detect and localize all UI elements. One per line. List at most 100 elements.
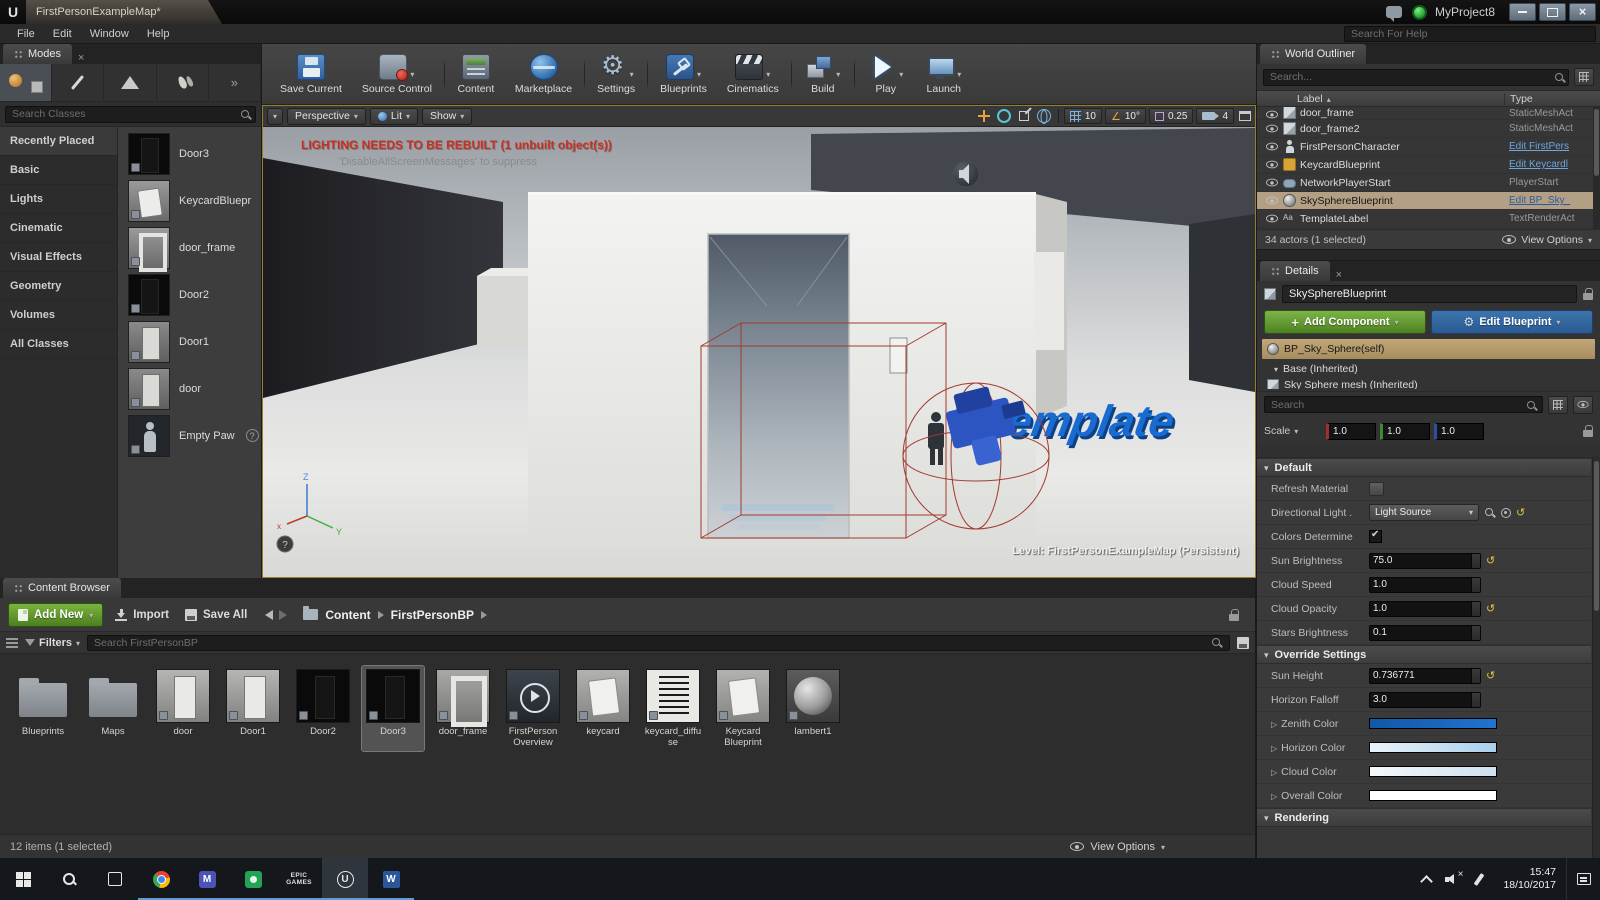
scale-x-field[interactable]: 1.0 xyxy=(1326,422,1376,440)
outliner-row[interactable]: KeycardBlueprint Edit Keycardl xyxy=(1257,156,1600,174)
mode-category[interactable]: Cinematic xyxy=(0,214,117,243)
outliner-row[interactable]: door_frame StaticMeshAct xyxy=(1257,107,1600,120)
property-checkbox[interactable] xyxy=(1369,529,1382,543)
add-component-button[interactable]: Add Component xyxy=(1264,310,1426,334)
menu-item[interactable]: Help xyxy=(138,24,179,44)
visibility-eye-icon[interactable] xyxy=(1261,178,1283,187)
world-space-icon[interactable] xyxy=(1036,108,1053,124)
property-number-field[interactable]: 1.0 xyxy=(1369,576,1481,593)
mode-paint-button[interactable] xyxy=(52,64,105,101)
camera-mode-button[interactable]: Perspective xyxy=(287,107,366,125)
component-row[interactable]: Base (Inherited) xyxy=(1262,359,1595,379)
chevron-down-icon[interactable] xyxy=(697,68,701,80)
taskbar-app-button[interactable] xyxy=(322,858,368,900)
forward-button[interactable] xyxy=(279,609,288,620)
panel-splitter[interactable] xyxy=(1257,249,1600,261)
placeable-item[interactable]: Empty Paw xyxy=(118,412,261,459)
placeable-item[interactable]: Door3 xyxy=(118,130,261,177)
rotate-tool-icon[interactable] xyxy=(996,108,1013,124)
outliner-options-button[interactable] xyxy=(1574,68,1594,86)
grid-snap-button[interactable]: 10 xyxy=(1063,108,1102,124)
taskbar-app-button[interactable] xyxy=(92,858,138,900)
viewport-help-icon[interactable]: ? xyxy=(276,535,294,553)
toolbar-button[interactable]: Cinematics xyxy=(717,50,792,98)
visibility-eye-icon[interactable] xyxy=(1261,110,1283,119)
asset-item[interactable]: Maps xyxy=(82,666,144,751)
toolbar-button[interactable]: Marketplace xyxy=(505,50,586,98)
property-number-field[interactable]: 3.0 xyxy=(1369,691,1481,708)
tray-chevron-icon[interactable] xyxy=(1421,874,1431,884)
level-tab[interactable]: FirstPersonExampleMap* xyxy=(26,0,222,24)
audio-emitter-sprite[interactable] xyxy=(952,160,980,188)
section-header-default[interactable]: Default xyxy=(1257,458,1591,477)
use-selected-icon[interactable] xyxy=(1501,507,1511,518)
maximize-button[interactable] xyxy=(1539,3,1566,21)
camera-speed-button[interactable]: 4 xyxy=(1196,108,1234,124)
minimize-button[interactable] xyxy=(1509,3,1536,21)
help-search-input[interactable] xyxy=(1344,25,1596,42)
reset-to-default-icon[interactable] xyxy=(1516,506,1525,519)
component-row[interactable]: Sky Sphere mesh (Inherited) xyxy=(1262,379,1595,389)
search-classes-input[interactable] xyxy=(5,105,256,123)
placeable-item[interactable]: KeycardBluepr xyxy=(118,177,261,224)
toolbar-button[interactable]: Launch xyxy=(915,50,973,98)
filters-button[interactable]: Filters xyxy=(25,637,80,649)
outliner-row[interactable]: TemplateLabel TextRenderAct xyxy=(1257,210,1600,228)
expander-icon[interactable] xyxy=(1274,363,1278,375)
section-header-override[interactable]: Override Settings xyxy=(1257,645,1591,664)
scale-label[interactable]: Scale xyxy=(1264,425,1322,437)
placeable-item[interactable]: Door1 xyxy=(118,318,261,365)
asset-item[interactable]: door_frame xyxy=(432,666,494,751)
chevron-down-icon[interactable] xyxy=(410,68,414,80)
chevron-down-icon[interactable] xyxy=(630,68,634,80)
tab-details[interactable]: Details xyxy=(1260,261,1330,281)
property-matrix-button[interactable] xyxy=(1548,395,1568,414)
color-swatch[interactable] xyxy=(1369,742,1497,753)
actor-type[interactable]: StaticMeshAct xyxy=(1504,108,1600,119)
toolbar-button[interactable]: Save Current xyxy=(270,50,352,98)
move-tool-icon[interactable] xyxy=(976,108,993,124)
outliner-row[interactable]: NetworkPlayerStart PlayerStart xyxy=(1257,174,1600,192)
save-search-icon[interactable] xyxy=(1237,636,1249,649)
back-button[interactable] xyxy=(265,609,274,620)
details-search-input[interactable] xyxy=(1264,396,1543,413)
outliner-scrollbar[interactable] xyxy=(1593,107,1600,229)
mode-category[interactable]: Visual Effects xyxy=(0,243,117,272)
mode-landscape-button[interactable] xyxy=(104,64,157,101)
asset-item[interactable]: door xyxy=(152,666,214,751)
viewport[interactable]: emplate emplate Z Y x ? ▾ Perspective ▾ … xyxy=(262,105,1256,578)
expander-icon[interactable] xyxy=(1271,742,1277,754)
rotation-snap-button[interactable]: 10° xyxy=(1104,108,1146,124)
show-flags-button[interactable]: Show xyxy=(422,107,473,125)
toolbar-button[interactable]: Blueprints xyxy=(650,50,717,98)
toolbar-button[interactable]: Settings xyxy=(587,50,649,98)
mode-category[interactable]: Lights xyxy=(0,185,117,214)
import-button[interactable]: Import xyxy=(111,608,173,621)
mode-category[interactable]: Basic xyxy=(0,156,117,185)
chevron-down-icon[interactable] xyxy=(957,68,961,80)
property-number-field[interactable]: 0.736771 xyxy=(1369,667,1481,684)
property-number-field[interactable]: 1.0 xyxy=(1369,600,1481,617)
visibility-eye-icon[interactable] xyxy=(1261,160,1283,169)
tab-world-outliner[interactable]: World Outliner xyxy=(1260,44,1367,64)
actor-type[interactable]: StaticMeshAct xyxy=(1504,123,1600,134)
taskbar-app-button[interactable] xyxy=(368,858,414,900)
taskbar-app-button[interactable] xyxy=(46,858,92,900)
browse-icon[interactable] xyxy=(1484,507,1496,519)
scale-z-field[interactable]: 1.0 xyxy=(1434,422,1484,440)
breadcrumb-item[interactable]: Content xyxy=(325,608,384,622)
toolbar-button[interactable]: Build xyxy=(794,50,855,98)
menu-item[interactable]: Window xyxy=(81,24,138,44)
view-options-button[interactable]: View Options xyxy=(1070,841,1165,853)
actor-type[interactable]: TextRenderAct xyxy=(1504,213,1600,224)
asset-item[interactable]: keycard xyxy=(572,666,634,751)
expander-icon[interactable] xyxy=(1271,718,1277,730)
mode-category[interactable]: Geometry xyxy=(0,272,117,301)
close-tab-icon[interactable] xyxy=(1336,269,1342,281)
view-options-button[interactable]: View Options xyxy=(1502,234,1592,246)
chevron-down-icon[interactable] xyxy=(899,68,903,80)
expander-icon[interactable] xyxy=(1271,766,1277,778)
asset-item[interactable]: Door3 xyxy=(361,665,425,752)
taskbar-app-button[interactable]: EPIC GAMES xyxy=(276,858,322,900)
clock[interactable]: 15:47 18/10/2017 xyxy=(1493,858,1566,900)
